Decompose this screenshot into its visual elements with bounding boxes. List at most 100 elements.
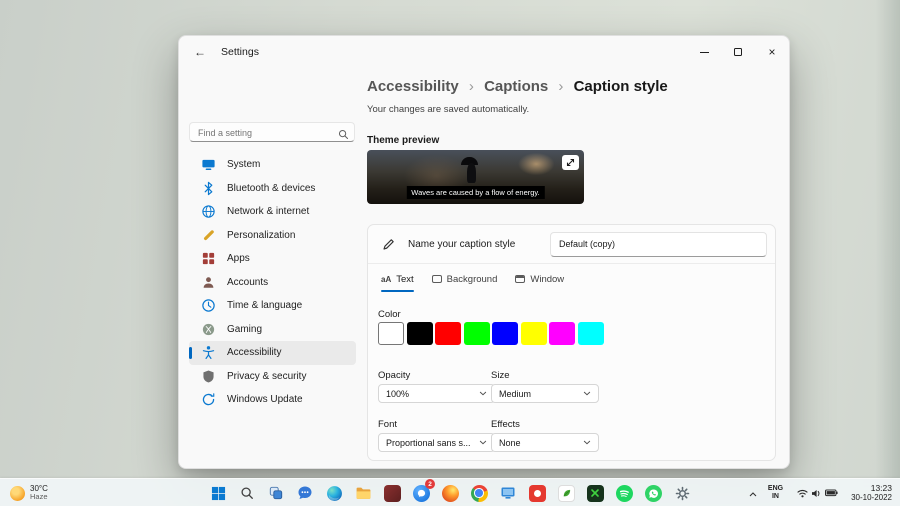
sidebar-item-accounts[interactable]: Accounts (189, 271, 356, 295)
media-app-button[interactable] (525, 481, 549, 505)
weather-condition: Haze (30, 493, 48, 502)
expand-icon (566, 158, 575, 167)
window-tab-icon (515, 275, 525, 283)
sidebar-item-apps[interactable]: Apps (189, 247, 356, 271)
chrome-button[interactable] (467, 481, 491, 505)
xbox-button[interactable] (583, 481, 607, 505)
sidebar-item-privacy-security[interactable]: Privacy & security (189, 365, 356, 389)
search-icon (240, 486, 254, 500)
breadcrumb-separator: › (469, 78, 474, 95)
tab-window[interactable]: Window (515, 264, 564, 294)
sidebar-item-label: Accessibility (227, 347, 281, 358)
language-switcher[interactable]: ENG IN (765, 483, 786, 502)
caption-name-input[interactable] (550, 232, 767, 257)
sidebar-item-accessibility[interactable]: Accessibility (189, 341, 356, 365)
messenger-button[interactable]: 2 (409, 481, 433, 505)
task-view-button[interactable] (264, 481, 288, 505)
swatch-cyan[interactable] (578, 322, 604, 345)
hidden-icons-button[interactable] (749, 484, 757, 502)
sidebar-item-windows-update[interactable]: Windows Update (189, 388, 356, 412)
effects-label: Effects (491, 419, 520, 430)
edge-button[interactable] (322, 481, 346, 505)
maximize-icon (734, 48, 742, 56)
font-select[interactable]: Proportional sans s... (378, 433, 495, 452)
battery-icon (825, 489, 838, 497)
font-value: Proportional sans s... (386, 438, 471, 448)
media-app-icon (529, 485, 546, 502)
swatch-blue[interactable] (492, 322, 518, 345)
close-button[interactable]: × (755, 36, 789, 68)
time-language-icon (201, 298, 216, 313)
firefox-button[interactable] (438, 481, 462, 505)
leaf-app-button[interactable] (554, 481, 578, 505)
page-content: Accessibility › Captions › Caption style… (367, 68, 789, 468)
sidebar-item-bluetooth-devices[interactable]: Bluetooth & devices (189, 177, 356, 201)
swatch-yellow[interactable] (521, 322, 547, 345)
desktop: ← Settings × System (0, 0, 900, 506)
sidebar-item-label: Privacy & security (227, 371, 306, 382)
maximize-button[interactable] (721, 36, 755, 68)
swatch-green[interactable] (464, 322, 490, 345)
effects-select[interactable]: None (491, 433, 599, 452)
size-select[interactable]: Medium (491, 384, 599, 403)
spotify-icon (616, 485, 633, 502)
tab-text[interactable]: aA Text (381, 264, 414, 294)
language-region: IN (772, 493, 779, 501)
caption-style-icon (381, 237, 396, 252)
search-icon (338, 127, 349, 145)
chat-button[interactable] (293, 481, 317, 505)
search-box[interactable] (189, 122, 355, 142)
back-button[interactable]: ← (187, 42, 213, 62)
titlebar[interactable]: ← Settings × (179, 36, 789, 68)
swatch-magenta[interactable] (549, 322, 575, 345)
app-maroon-button[interactable] (380, 481, 404, 505)
file-explorer-button[interactable] (351, 481, 375, 505)
personalization-icon (201, 228, 216, 243)
swatch-white[interactable] (378, 322, 404, 345)
sidebar-item-gaming[interactable]: Gaming (189, 318, 356, 342)
sidebar-item-personalization[interactable]: Personalization (189, 224, 356, 248)
sidebar-item-label: Time & language (227, 300, 302, 311)
expand-preview-button[interactable] (562, 155, 579, 170)
breadcrumb-captions[interactable]: Captions (484, 78, 548, 95)
settings-gear-button[interactable] (670, 481, 694, 505)
breadcrumb-accessibility[interactable]: Accessibility (367, 78, 459, 95)
weather-widget[interactable]: 30°C Haze (6, 481, 52, 505)
weather-icon (10, 486, 25, 501)
breadcrumb-current-page: Caption style (574, 78, 668, 95)
sidebar-item-system[interactable]: System (189, 153, 356, 177)
search-input[interactable] (190, 124, 354, 142)
minimize-button[interactable] (687, 36, 721, 68)
task-view-icon (269, 486, 283, 500)
taskbar-search-button[interactable] (235, 481, 259, 505)
tab-label: Text (396, 274, 413, 285)
swatch-red[interactable] (435, 322, 461, 345)
quick-settings-button[interactable] (794, 487, 841, 500)
chrome-icon (471, 485, 488, 502)
taskbar-icons: 2 (206, 481, 694, 505)
tab-background[interactable]: Background (432, 264, 498, 294)
accessibility-icon (201, 345, 216, 360)
chat-icon (297, 485, 313, 501)
start-button[interactable] (206, 481, 230, 505)
app-maroon-icon (384, 485, 401, 502)
spotify-button[interactable] (612, 481, 636, 505)
sidebar-item-network-internet[interactable]: Network & internet (189, 200, 356, 224)
effects-value: None (499, 438, 521, 448)
swatch-black[interactable] (407, 322, 433, 345)
clock[interactable]: 13:23 30-10-2022 (849, 482, 894, 504)
caption-preview-text: Waves are caused by a flow of energy. (406, 186, 544, 199)
whatsapp-button[interactable] (641, 481, 665, 505)
display-app-button[interactable] (496, 481, 520, 505)
opacity-label: Opacity (378, 370, 410, 381)
edge-icon (326, 485, 343, 502)
autosave-note: Your changes are saved automatically. (367, 104, 529, 115)
display-app-icon (500, 485, 516, 501)
system-icon (201, 157, 216, 172)
opacity-select[interactable]: 100% (378, 384, 495, 403)
accounts-icon (201, 275, 216, 290)
sidebar-item-time-language[interactable]: Time & language (189, 294, 356, 318)
tab-label: Background (447, 274, 498, 285)
sidebar-item-label: Personalization (227, 230, 295, 241)
text-format-icon: aA (381, 275, 391, 284)
